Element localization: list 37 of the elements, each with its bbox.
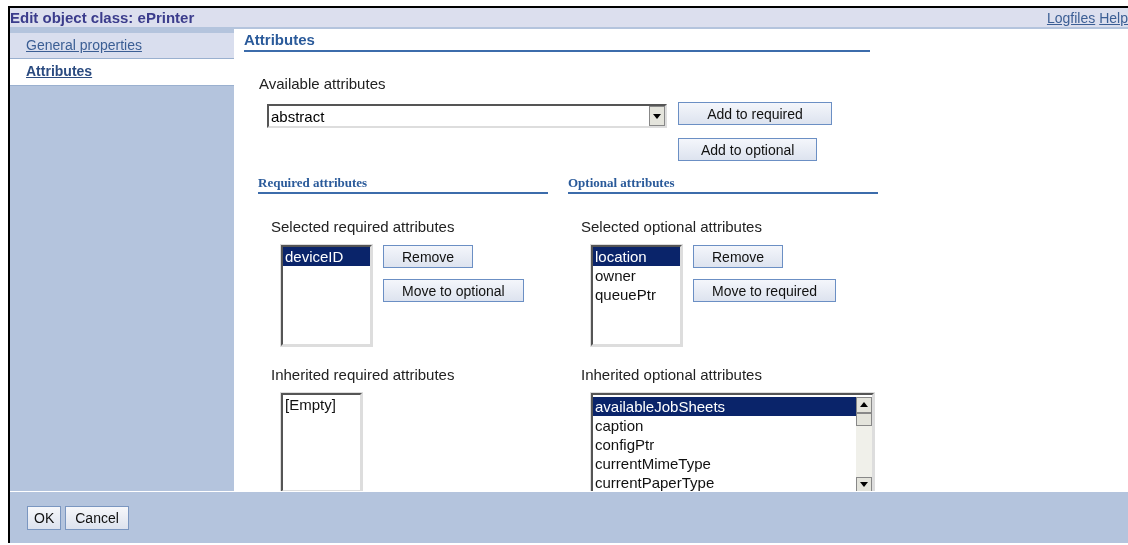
action-button[interactable]: Move to required — [693, 279, 837, 302]
list-label: Selected optional attributes — [581, 218, 763, 235]
action-button[interactable]: Remove — [693, 245, 784, 268]
group-heading: Required attributes — [258, 175, 548, 194]
header-link[interactable]: Help — [1099, 9, 1128, 26]
action-button[interactable]: Remove — [383, 245, 474, 268]
list-option[interactable]: currentMimeType — [593, 454, 856, 473]
list-option[interactable]: queuePtr — [593, 285, 680, 304]
list-option[interactable]: [Empty] — [283, 395, 360, 414]
sidebar-item[interactable]: Attributes — [10, 59, 234, 86]
header-link[interactable]: Logfiles — [1046, 9, 1096, 26]
list-option[interactable]: owner — [593, 266, 680, 285]
list-option[interactable]: availableJobSheets — [593, 397, 856, 416]
list-option[interactable]: caption — [593, 416, 856, 435]
list-option[interactable]: deviceID — [283, 247, 370, 266]
scrollbar[interactable] — [856, 397, 872, 493]
list-label: Inherited optional attributes — [581, 366, 763, 383]
field-label: Available attributes — [259, 75, 387, 92]
list-option[interactable]: configPtr — [593, 435, 856, 454]
list-box[interactable]: [Empty] — [281, 393, 362, 492]
add-button[interactable]: Add to optional — [678, 138, 818, 161]
add-button[interactable]: Add to required — [678, 102, 832, 125]
list-option[interactable]: location — [593, 247, 680, 266]
list-option[interactable]: currentPaperType — [593, 473, 856, 492]
list-label: Selected required attributes — [271, 218, 456, 235]
attribute-dropdown[interactable]: abstract — [267, 104, 667, 128]
sidebar-item[interactable]: General properties — [10, 33, 234, 59]
list-box[interactable]: location owner queuePtr — [591, 245, 682, 346]
list-label: Inherited required attributes — [271, 366, 456, 383]
section-title: Attributes — [244, 31, 870, 52]
footer-button[interactable]: Cancel — [65, 505, 129, 530]
group-heading: Optional attributes — [568, 175, 878, 194]
action-button[interactable]: Move to optional — [383, 279, 524, 302]
list-box[interactable]: availableJobSheets caption configPtr currentMimeType currentPaperType — [591, 393, 874, 493]
footer-button[interactable]: OK — [27, 505, 62, 530]
window-title: Edit object class: ePrinter — [10, 9, 195, 26]
list-box[interactable]: deviceID — [281, 245, 372, 346]
